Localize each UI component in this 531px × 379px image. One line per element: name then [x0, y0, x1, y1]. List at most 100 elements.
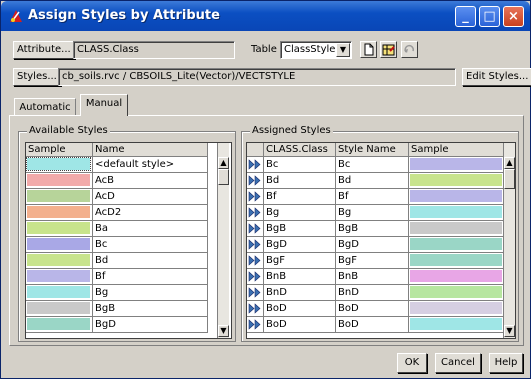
table-row-class[interactable]: BoD — [264, 301, 336, 317]
table-row-sample[interactable] — [409, 317, 505, 333]
table-row-name[interactable]: Bc — [93, 237, 208, 253]
table-row-class[interactable]: BgD — [264, 237, 336, 253]
table-row-sample[interactable] — [26, 205, 93, 221]
scroll-down-icon[interactable]: ▼ — [218, 325, 229, 337]
table-row-style[interactable]: Bf — [336, 189, 409, 205]
table-row-name[interactable]: <default style> — [93, 157, 208, 173]
table-row-name[interactable]: Ba — [93, 221, 208, 237]
unassign-button[interactable] — [247, 285, 264, 301]
table-row-name[interactable]: Bd — [93, 253, 208, 269]
table-row-name[interactable]: BgD — [93, 317, 208, 333]
table-row-class[interactable]: BoD — [264, 317, 336, 333]
column-header-sample[interactable]: Sample — [409, 143, 505, 157]
styles-button[interactable]: Styles... — [13, 68, 61, 86]
table-row-style[interactable]: BoD — [336, 317, 409, 333]
minimize-button[interactable]: _ — [455, 6, 476, 27]
unassign-button[interactable] — [247, 269, 264, 285]
table-row-sample[interactable] — [409, 301, 505, 317]
unassign-button[interactable] — [247, 157, 264, 173]
style-swatch — [27, 190, 90, 202]
scroll-down-icon[interactable]: ▼ — [504, 325, 515, 337]
assigned-styles-grid[interactable]: CLASS.Class Style Name Sample Bc Bc Bd Bd Bf… — [246, 142, 516, 339]
unassign-button[interactable] — [247, 301, 264, 317]
table-row-name[interactable]: AcD2 — [93, 205, 208, 221]
table-row-class[interactable]: Bf — [264, 189, 336, 205]
table-row-sample[interactable] — [26, 189, 93, 205]
table-row-style[interactable]: BgB — [336, 221, 409, 237]
styles-field[interactable]: cb_soils.rvc / CBSOILS_Lite(Vector)/VECT… — [58, 68, 456, 86]
table-row-name[interactable]: AcB — [93, 173, 208, 189]
table-row-sample[interactable] — [26, 285, 93, 301]
close-button[interactable]: × — [503, 6, 524, 27]
unassign-button[interactable] — [247, 173, 264, 189]
table-row-sample[interactable] — [409, 221, 505, 237]
edit-styles-button[interactable]: Edit Styles... — [462, 68, 531, 86]
assigned-scrollbar[interactable]: ▲ ▼ — [503, 143, 515, 338]
table-row-class[interactable]: BgB — [264, 221, 336, 237]
table-row-style[interactable]: BnB — [336, 269, 409, 285]
table-row-style[interactable]: BgF — [336, 253, 409, 269]
column-header-style-name[interactable]: Style Name — [336, 143, 409, 157]
unassign-button[interactable] — [247, 205, 264, 221]
cancel-button[interactable]: Cancel — [435, 353, 481, 373]
table-row-style[interactable]: Bc — [336, 157, 409, 173]
table-row-class[interactable]: Bg — [264, 205, 336, 221]
attribute-field[interactable]: CLASS.Class — [73, 41, 235, 59]
table-row-sample[interactable] — [409, 253, 505, 269]
table-row-sample[interactable] — [26, 301, 93, 317]
scroll-up-icon[interactable]: ▲ — [218, 157, 229, 169]
table-row-sample[interactable] — [26, 269, 93, 285]
table-row-style[interactable]: BnD — [336, 285, 409, 301]
attribute-button[interactable]: Attribute... — [13, 41, 75, 59]
scroll-up-icon[interactable]: ▲ — [504, 157, 515, 169]
table-row-sample[interactable] — [26, 221, 93, 237]
tab-manual[interactable]: Manual — [80, 94, 128, 116]
table-row-sample[interactable] — [409, 269, 505, 285]
table-row-class[interactable]: Bc — [264, 157, 336, 173]
scroll-thumb[interactable] — [504, 169, 515, 189]
scroll-thumb[interactable] — [218, 169, 229, 185]
table-row-style[interactable]: BgD — [336, 237, 409, 253]
maximize-button[interactable]: □ — [479, 6, 500, 27]
table-row-sample[interactable] — [26, 253, 93, 269]
title-bar[interactable]: Assign Styles by Attribute _ □ × — [1, 1, 530, 31]
column-header-sample[interactable]: Sample — [26, 143, 93, 157]
available-scrollbar[interactable]: ▲ ▼ — [217, 143, 229, 338]
table-row-name[interactable]: BgB — [93, 301, 208, 317]
table-row-name[interactable]: Bf — [93, 269, 208, 285]
table-editor-button[interactable] — [380, 41, 397, 58]
available-styles-grid[interactable]: Sample Name <default style> AcB AcD AcD2 Ba B… — [25, 142, 232, 339]
table-row-name[interactable]: Bg — [93, 285, 208, 301]
table-row-sample[interactable] — [26, 237, 93, 253]
table-row-sample[interactable] — [26, 173, 93, 189]
table-row-class[interactable]: Bd — [264, 173, 336, 189]
unassign-button[interactable] — [247, 221, 264, 237]
table-row-sample[interactable] — [409, 157, 505, 173]
table-row-sample[interactable] — [409, 285, 505, 301]
ok-button[interactable]: OK — [397, 353, 427, 373]
table-row-class[interactable]: BnB — [264, 269, 336, 285]
table-row-sample[interactable] — [26, 157, 93, 173]
table-row-sample[interactable] — [409, 237, 505, 253]
column-header-class[interactable]: CLASS.Class — [264, 143, 336, 157]
table-row-sample[interactable] — [26, 317, 93, 333]
help-button[interactable]: Help — [489, 353, 523, 373]
tab-automatic[interactable]: Automatic — [14, 98, 76, 116]
table-row-sample[interactable] — [409, 189, 505, 205]
table-select[interactable]: ClassStyle ▼ — [280, 41, 352, 59]
unassign-button[interactable] — [247, 237, 264, 253]
table-row-style[interactable]: BoD — [336, 301, 409, 317]
table-row-sample[interactable] — [409, 205, 505, 221]
table-row-name[interactable]: AcD — [93, 189, 208, 205]
table-row-class[interactable]: BnD — [264, 285, 336, 301]
table-row-class[interactable]: BgF — [264, 253, 336, 269]
unassign-button[interactable] — [247, 253, 264, 269]
unassign-button[interactable] — [247, 317, 264, 333]
unassign-button[interactable] — [247, 189, 264, 205]
table-row-style[interactable]: Bd — [336, 173, 409, 189]
new-table-button[interactable] — [360, 41, 377, 58]
table-row-sample[interactable] — [409, 173, 505, 189]
column-header-name[interactable]: Name — [93, 143, 208, 157]
undo-button[interactable] — [401, 41, 418, 58]
table-row-style[interactable]: Bg — [336, 205, 409, 221]
